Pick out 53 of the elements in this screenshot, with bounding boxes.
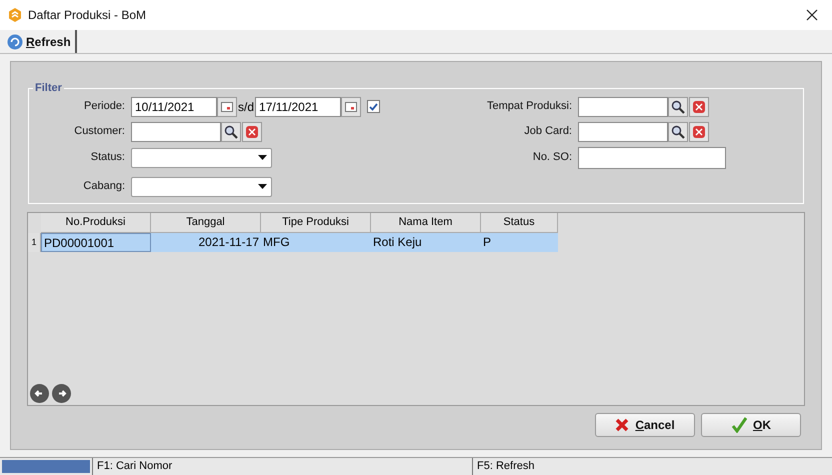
range-separator: s/d <box>238 98 254 116</box>
row-number: 1 <box>28 233 41 252</box>
cancel-button[interactable]: Cancel <box>595 413 695 437</box>
customer-field[interactable] <box>131 122 221 142</box>
field-label: Cabang: <box>82 179 126 194</box>
column-header[interactable]: Tipe Produksi <box>261 213 371 233</box>
window-title: Daftar Produksi - BoM <box>28 7 148 24</box>
app-logo-icon <box>8 8 22 22</box>
field-label: Periode: <box>83 99 126 114</box>
table-cell-text: MFG <box>262 234 291 251</box>
search-icon[interactable] <box>221 122 241 142</box>
filter-title: Filter <box>34 81 63 96</box>
field-label: Customer: <box>73 124 126 140</box>
clear-icon[interactable] <box>242 122 262 142</box>
search-icon[interactable] <box>668 96 688 116</box>
clear-icon[interactable] <box>689 96 709 116</box>
cancel-icon <box>615 418 630 432</box>
column-header[interactable]: Tanggal <box>151 213 261 233</box>
period-checkbox[interactable] <box>367 100 380 113</box>
close-icon[interactable] <box>806 9 818 21</box>
dropdown-arrow-icon <box>258 155 267 160</box>
table-cell: PD00001001 <box>41 233 151 252</box>
ok-button[interactable]: OK <box>701 413 801 437</box>
job-card-field[interactable] <box>578 122 668 142</box>
status-text: F1: Cari Nomor <box>92 458 472 475</box>
refresh-button[interactable]: Refresh <box>0 30 77 53</box>
production-place-field[interactable] <box>578 96 668 116</box>
clear-icon[interactable] <box>689 122 709 142</box>
date-field[interactable]: 17/11/2021 <box>255 96 342 116</box>
check-icon <box>730 417 747 433</box>
column-header[interactable]: No.Produksi <box>41 213 151 233</box>
search-icon[interactable] <box>668 122 688 142</box>
field-label: Tempat Produksi: <box>486 99 573 114</box>
sales-order-field[interactable] <box>578 146 726 168</box>
status-dropdown[interactable] <box>131 148 272 168</box>
next-icon[interactable] <box>52 384 71 403</box>
field-label: Status: <box>90 150 126 166</box>
table-row[interactable]: 1 PD00001001 2021-11-17 MFG Roti Keju P <box>28 233 558 252</box>
table-cell-text: Roti Keju <box>372 234 423 251</box>
status-text: F5: Refresh <box>472 458 832 475</box>
dropdown-arrow-icon <box>258 184 267 189</box>
field-label: Job Card: <box>523 124 573 140</box>
field-label: No. SO: <box>532 150 573 166</box>
table-cell-text: 2021-11-17 <box>198 234 260 251</box>
column-header[interactable]: Status <box>481 213 558 233</box>
column-header[interactable]: Nama Item <box>371 213 481 233</box>
calendar-icon[interactable] <box>217 96 237 116</box>
date-field[interactable]: 10/11/2021 <box>131 96 217 116</box>
table-cell-text: P <box>482 234 492 251</box>
calendar-icon[interactable] <box>341 96 362 116</box>
refresh-icon <box>7 34 23 50</box>
previous-icon[interactable] <box>30 384 49 403</box>
branch-dropdown[interactable] <box>131 176 272 196</box>
